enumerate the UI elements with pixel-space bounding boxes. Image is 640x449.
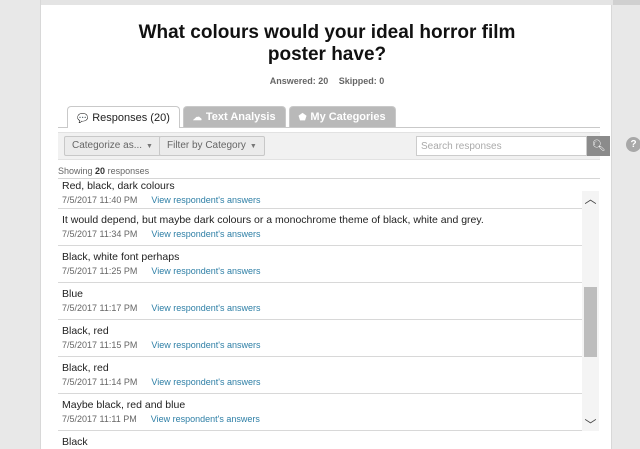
tag-icon: ⬟ xyxy=(298,112,307,122)
view-answers-link[interactable]: View respondent's answers xyxy=(151,195,260,205)
tab-my-categories[interactable]: ⬟ My Categories xyxy=(288,106,396,127)
list-scrollbar[interactable]: ︿ ﹀ xyxy=(582,191,599,433)
search-button[interactable]: 🔍︎ xyxy=(587,136,610,156)
response-text: Black, red xyxy=(62,362,109,374)
response-toolbar: Categorize as...▼ Filter by Category▼ 🔍︎… xyxy=(58,132,640,160)
answered-count: Answered: 20 xyxy=(269,76,329,86)
chevron-down-icon[interactable]: ﹀ xyxy=(582,417,599,433)
tab-responses-label: Responses (20) xyxy=(92,111,170,124)
response-date: 7/5/2017 11:40 PM xyxy=(62,195,138,205)
list-item: Black, white font perhaps 7/5/2017 11:25… xyxy=(58,246,583,283)
showing-number: 20 xyxy=(95,166,106,176)
question-title-line2: poster have? xyxy=(267,44,387,65)
response-date: 7/5/2017 11:17 PM xyxy=(62,303,138,313)
view-answers-link[interactable]: View respondent's answers xyxy=(151,340,260,350)
list-item: Black, red 7/5/2017 11:15 PM View respond… xyxy=(58,320,583,357)
list-item: Maybe black, red and blue 7/5/2017 11:11… xyxy=(58,394,583,431)
view-answers-link[interactable]: View respondent's answers xyxy=(151,229,260,239)
response-text: Black, white font perhaps xyxy=(62,251,180,263)
response-date: 7/5/2017 11:14 PM xyxy=(62,377,138,387)
chevron-down-icon: ▼ xyxy=(249,143,257,150)
help-button[interactable]: ? xyxy=(626,137,640,152)
view-answers-link[interactable]: View respondent's answers xyxy=(151,414,260,424)
showing-prefix: Showing xyxy=(58,166,93,176)
categorize-dropdown[interactable]: Categorize as... ▼ xyxy=(64,136,161,156)
list-item: Black, red 7/5/2017 11:14 PM View respond… xyxy=(58,357,583,394)
tab-my-categories-label: My Categories xyxy=(310,111,386,123)
cloud-icon: ☁ xyxy=(192,112,202,122)
question-panel: What colours would your ideal horror fil… xyxy=(40,0,640,449)
chevron-up-icon[interactable]: ︿ xyxy=(582,191,599,207)
speech-bubble-icon: 💬 xyxy=(77,112,89,123)
filter-dropdown-label: Filter by Category xyxy=(167,140,246,151)
list-item: Blue 7/5/2017 11:17 PM View respondent's … xyxy=(58,283,583,320)
filter-category-dropdown[interactable]: Filter by Category ▼ xyxy=(159,136,265,156)
view-answers-link[interactable]: View respondent's answers xyxy=(151,377,260,387)
list-item: It would depend, but maybe dark colours … xyxy=(58,209,583,246)
chevron-down-icon: ▼ xyxy=(146,143,153,150)
view-answers-link[interactable]: View respondent's answers xyxy=(151,303,260,313)
response-text: Black, red xyxy=(62,325,109,337)
categorize-dropdown-label: Categorize as... xyxy=(72,140,143,151)
list-item: Red, black, dark colours 7/5/2017 11:40 … xyxy=(58,179,583,209)
search-icon: 🔍︎ xyxy=(591,140,606,152)
response-date: 7/5/2017 11:11 PM xyxy=(62,414,137,424)
response-text: Black xyxy=(62,436,88,448)
response-text: It would depend, but maybe dark colours … xyxy=(62,214,484,226)
question-title: What colours would your ideal horror fil… xyxy=(41,22,613,66)
skipped-count: Skipped: 0 xyxy=(338,76,385,86)
response-text: Blue xyxy=(62,288,84,300)
showing-suffix: responses xyxy=(107,166,150,176)
response-text: Maybe black, red and blue xyxy=(62,399,186,411)
list-item: Black xyxy=(58,431,583,449)
response-counts: Answered: 20 Skipped: 0 xyxy=(41,76,613,86)
response-date: 7/5/2017 11:34 PM xyxy=(62,229,138,239)
response-date: 7/5/2017 11:15 PM xyxy=(62,340,138,350)
tab-responses[interactable]: 💬 Responses (20) xyxy=(67,106,180,128)
tab-text-analysis-label: Text Analysis xyxy=(205,111,276,123)
question-title-line1: What colours would your ideal horror fil… xyxy=(138,22,516,43)
tab-bar: 💬 Responses (20) ☁ Text Analysis ⬟ My Ca… xyxy=(67,106,396,128)
tab-text-analysis[interactable]: ☁ Text Analysis xyxy=(182,106,286,127)
response-text: Red, black, dark colours xyxy=(62,180,175,192)
view-answers-link[interactable]: View respondent's answers xyxy=(151,266,260,276)
response-list: Red, black, dark colours 7/5/2017 11:40 … xyxy=(58,179,583,449)
showing-count: Showing 20 responses xyxy=(58,166,149,176)
top-bar xyxy=(41,0,613,5)
search-input[interactable] xyxy=(416,136,587,156)
response-date: 7/5/2017 11:25 PM xyxy=(62,266,138,276)
scrollbar-thumb[interactable] xyxy=(584,287,597,357)
